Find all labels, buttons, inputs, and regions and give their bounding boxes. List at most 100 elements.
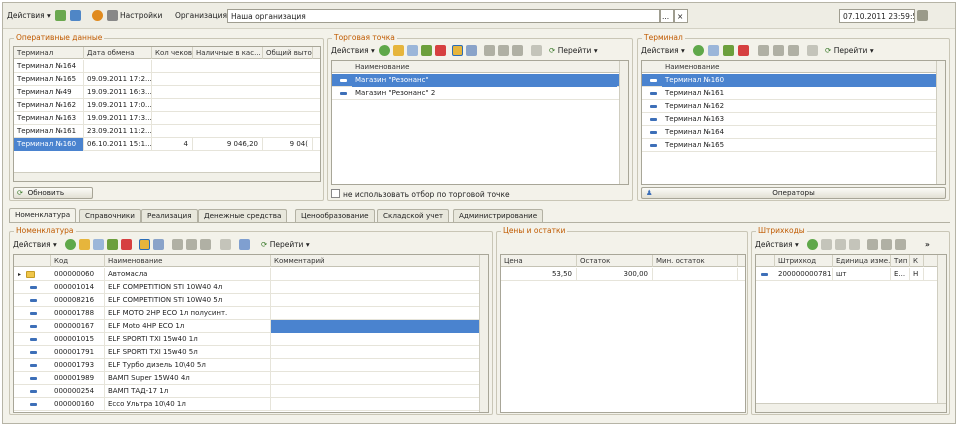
tab-warehouse[interactable]: Складской учет — [377, 209, 450, 222]
goto-menu[interactable]: ⟳ Перейти ▾ — [261, 238, 310, 251]
col-total[interactable]: Общий выторг — [263, 47, 313, 59]
org-select-button[interactable]: ... — [660, 9, 674, 23]
org-field[interactable]: Наша организация — [227, 9, 660, 23]
col-cash[interactable]: Наличные в кас... — [193, 47, 263, 59]
copy-icon[interactable] — [407, 45, 418, 56]
add-icon[interactable] — [65, 239, 76, 250]
filter-off-icon[interactable] — [807, 45, 818, 56]
edit-icon[interactable] — [723, 45, 734, 56]
table-row[interactable]: Терминал №161 23.09.2011 11:2... — [14, 125, 320, 138]
filter-icon[interactable] — [172, 239, 183, 250]
tab-money[interactable]: Денежные средства — [198, 209, 288, 222]
table-row[interactable]: 000000160 Ecco Ультра 10\40 1л — [14, 398, 488, 411]
table-row[interactable]: Терминал №163 19.09.2011 17:3... — [14, 112, 320, 125]
col-checks[interactable]: Кол чеков — [152, 47, 193, 59]
copy-icon[interactable] — [821, 239, 832, 250]
table-row[interactable]: Магазин "Резонанс" 2 — [332, 87, 628, 100]
delete-icon[interactable] — [121, 239, 132, 250]
delete-icon[interactable] — [435, 45, 446, 56]
add-icon[interactable] — [807, 239, 818, 250]
delete-icon[interactable] — [738, 45, 749, 56]
vertical-scrollbar[interactable] — [479, 255, 488, 412]
table-row[interactable]: 000001791 ELF SPORTI TXI 15w40 5л — [14, 346, 488, 359]
table-row[interactable]: Терминал №162 19.09.2011 17:0... — [14, 99, 320, 112]
table-row[interactable]: 000000254 ВАМП ТАД-17 1л — [14, 385, 488, 398]
goto-menu[interactable]: ⟳ Перейти ▾ — [549, 44, 598, 57]
table-row[interactable]: 000008216 ELF COMPETITION STI 10W40 5л — [14, 294, 488, 307]
table-row[interactable]: Терминал №162 — [642, 100, 945, 113]
more-commands-icon[interactable]: » — [925, 238, 930, 251]
tab-nomenclature[interactable]: Номенклатура — [9, 208, 77, 222]
filter-list-icon[interactable] — [895, 239, 906, 250]
actions-menu[interactable]: Действия ▾ — [13, 238, 57, 251]
filter-list-icon[interactable] — [512, 45, 523, 56]
table-row[interactable]: 000001788 ELF MOTO 2HP ECO 1л полусинт. — [14, 307, 488, 320]
table-row-selected[interactable]: Магазин "Резонанс" — [332, 74, 628, 87]
horizontal-scrollbar[interactable] — [14, 172, 320, 181]
filter-value-icon[interactable] — [773, 45, 784, 56]
actions-menu[interactable]: Действия ▾ — [7, 11, 51, 20]
col-unit[interactable]: Единица изме... — [833, 255, 891, 267]
settings-icon[interactable] — [107, 10, 118, 21]
add-folder-icon[interactable] — [393, 45, 404, 56]
col-type[interactable]: Тип — [891, 255, 910, 267]
table-row-folder[interactable]: ▸ 000000060 Автомасла — [14, 268, 488, 281]
filter-list-icon[interactable] — [200, 239, 211, 250]
table-row[interactable]: Терминал №164 — [14, 60, 320, 73]
date-field[interactable]: 07.10.2011 23:59:59 — [839, 9, 915, 23]
edit-icon[interactable] — [107, 239, 118, 250]
filter-list-icon[interactable] — [788, 45, 799, 56]
refresh-icon[interactable] — [55, 10, 66, 21]
tab-references[interactable]: Справочники — [79, 209, 141, 222]
col-k[interactable]: К — [910, 255, 924, 267]
col-date[interactable]: Дата обмена — [84, 47, 152, 59]
table-row[interactable]: 000001015 ELF SPORTI TXI 15w40 1л — [14, 333, 488, 346]
goto-menu[interactable]: ⟳ Перейти ▾ — [825, 44, 874, 57]
actions-menu[interactable]: Действия ▾ — [641, 44, 685, 57]
table-row[interactable]: Терминал №165 09.09.2011 17:2... — [14, 73, 320, 86]
filter-off-icon[interactable] — [220, 239, 231, 250]
table-row[interactable]: Терминал №165 — [642, 139, 945, 152]
table-row-selected[interactable]: Терминал №160 — [642, 74, 945, 87]
table-row[interactable]: 2000000007816 шт Е... Н — [756, 268, 946, 281]
expand-icon[interactable]: ▸ — [18, 268, 21, 281]
vertical-scrollbar[interactable] — [936, 61, 945, 184]
table-row[interactable]: 53,50 300,00 — [501, 268, 745, 281]
filter-icon[interactable] — [484, 45, 495, 56]
col-barcode[interactable]: Штрихкод — [775, 255, 833, 267]
no-filter-checkbox[interactable] — [331, 189, 340, 198]
hierarchy-icon[interactable] — [452, 45, 463, 56]
table-row[interactable]: Терминал №163 — [642, 113, 945, 126]
table-row[interactable]: 000001793 ELF Турбо дизель 10\40 5л — [14, 359, 488, 372]
add-icon[interactable] — [379, 45, 390, 56]
table-row[interactable]: Терминал №164 — [642, 126, 945, 139]
print-icon[interactable] — [239, 239, 250, 250]
terminal-table[interactable]: Наименование Терминал №160 Терминал №161… — [641, 60, 946, 185]
filter-icon[interactable] — [867, 239, 878, 250]
table-row[interactable]: Терминал №49 19.09.2011 16:3... — [14, 86, 320, 99]
barcodes-table[interactable]: Штрихкод Единица изме... Тип К 200000000… — [755, 254, 947, 413]
edit-icon[interactable] — [421, 45, 432, 56]
table-row-selected[interactable]: 000000167 ELF Moto 4HP ECO 1л — [14, 320, 488, 333]
actions-menu[interactable]: Действия ▾ — [755, 238, 799, 251]
col-name[interactable]: Наименование — [662, 61, 937, 73]
add-icon[interactable] — [693, 45, 704, 56]
vertical-scrollbar[interactable] — [937, 255, 946, 405]
filter-icon[interactable] — [758, 45, 769, 56]
col-terminal[interactable]: Терминал — [14, 47, 84, 59]
edit-icon[interactable] — [835, 239, 846, 250]
table-row[interactable]: 000001989 ВАМП Super 15W40 4л — [14, 372, 488, 385]
filter-value-icon[interactable] — [881, 239, 892, 250]
horizontal-scrollbar[interactable] — [756, 403, 946, 412]
filter-value-icon[interactable] — [186, 239, 197, 250]
settings-button[interactable]: Настройки — [120, 11, 162, 20]
table-row[interactable]: 000001014 ELF COMPETITION STI 10W40 4л — [14, 281, 488, 294]
table-row-selected[interactable]: Терминал №160 06.10.2011 15:1... 4 9 046… — [14, 138, 320, 151]
col-stock[interactable]: Остаток — [577, 255, 653, 267]
col-name[interactable]: Наименование — [352, 61, 620, 73]
filter-value-icon[interactable] — [498, 45, 509, 56]
copy-icon[interactable] — [93, 239, 104, 250]
operative-table[interactable]: Терминал Дата обмена Кол чеков Наличные … — [13, 46, 321, 182]
tab-sales[interactable]: Реализация — [141, 209, 198, 222]
delete-icon[interactable] — [849, 239, 860, 250]
